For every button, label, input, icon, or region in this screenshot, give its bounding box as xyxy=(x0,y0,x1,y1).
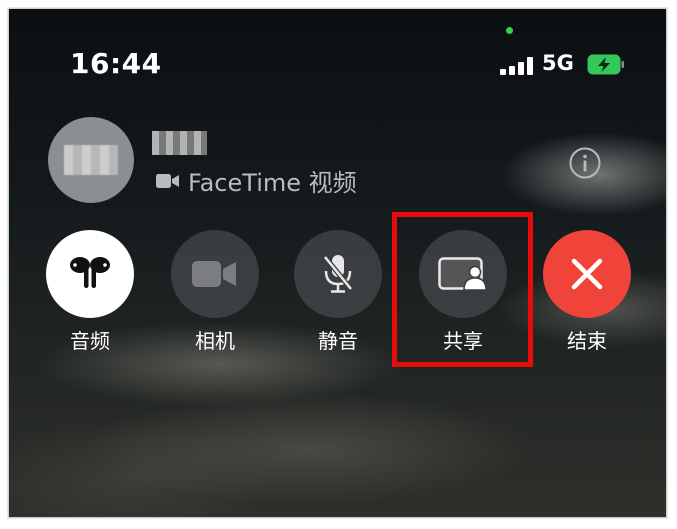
camera-label: 相机 xyxy=(195,329,235,353)
battery-charging-icon xyxy=(587,54,624,75)
mute-button[interactable] xyxy=(294,230,382,318)
info-icon[interactable] xyxy=(569,147,601,179)
network-type: 5G xyxy=(542,51,574,75)
camera-button[interactable] xyxy=(171,230,259,318)
video-camera-icon xyxy=(156,173,179,188)
camera-icon xyxy=(192,261,236,287)
status-time: 16:44 xyxy=(70,47,162,80)
signal-icon xyxy=(500,57,534,75)
mic-off-icon xyxy=(323,255,353,293)
share-highlight-box xyxy=(392,212,533,367)
call-type-row: FaceTime 视频 xyxy=(156,163,357,198)
airpods-icon xyxy=(70,257,110,288)
audio-button[interactable] xyxy=(46,230,134,318)
caller-name-redacted xyxy=(152,131,207,155)
caller-avatar[interactable] xyxy=(48,117,134,203)
audio-label: 音频 xyxy=(70,329,110,353)
close-icon xyxy=(571,258,603,290)
end-label: 结束 xyxy=(567,329,607,353)
camera-in-use-indicator xyxy=(506,27,513,34)
mute-label: 静音 xyxy=(318,329,358,353)
call-type-label: FaceTime 视频 xyxy=(188,169,357,197)
facetime-call-screen: 16:44 5G FaceTime 视频 音频 相机 静音 共享 结束 xyxy=(8,8,667,518)
end-call-button[interactable] xyxy=(543,230,631,318)
